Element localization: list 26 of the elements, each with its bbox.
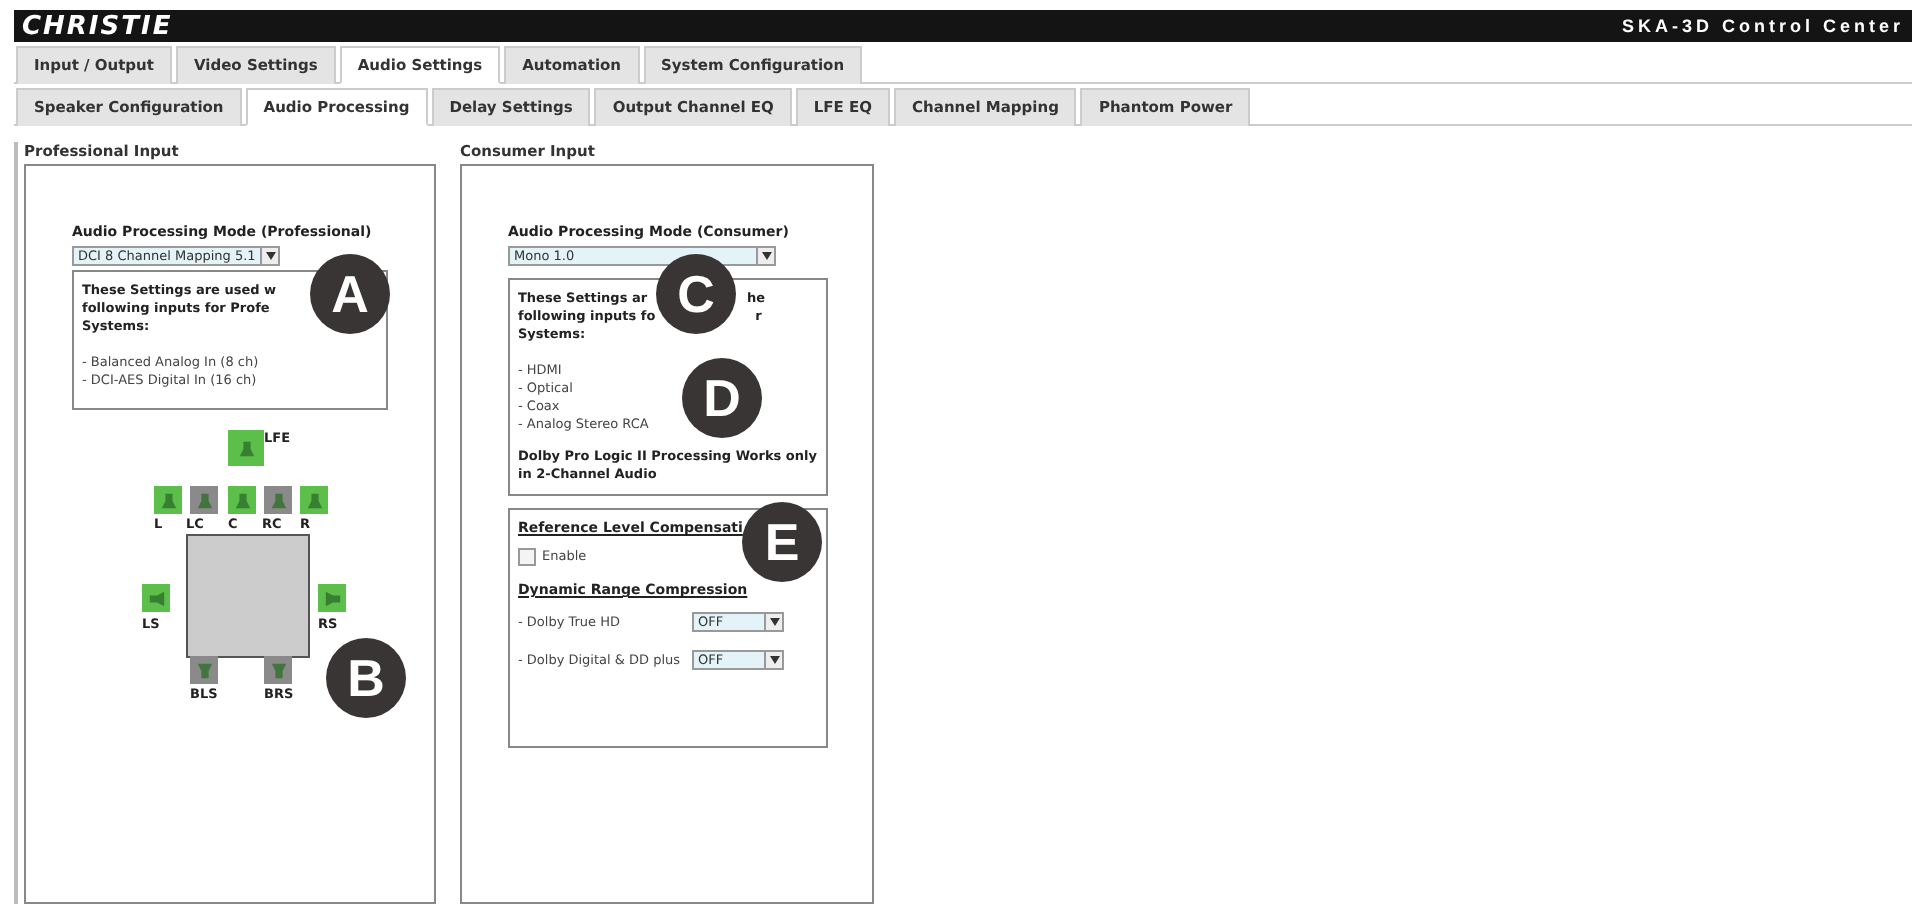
callout-badge: A <box>310 254 390 334</box>
speaker-button[interactable] <box>264 486 292 514</box>
speaker-icon <box>147 589 165 607</box>
speaker-button[interactable] <box>228 430 264 466</box>
logo: CHRISTIE <box>22 11 173 41</box>
speaker-icon <box>323 589 341 607</box>
caret-icon <box>761 252 771 260</box>
speaker-button[interactable] <box>190 656 218 684</box>
callout-badge: B <box>326 638 406 718</box>
speaker-button[interactable] <box>318 584 346 612</box>
room-square <box>186 534 310 658</box>
caret-icon <box>769 618 779 626</box>
callout-badge: E <box>742 502 822 582</box>
app-title: SKA-3D Control Center <box>1621 16 1904 36</box>
enable-checkbox[interactable] <box>518 548 536 566</box>
speaker-button[interactable] <box>190 486 218 514</box>
callout-badge: C <box>656 254 736 334</box>
speaker-button[interactable] <box>264 656 292 684</box>
speaker-button[interactable] <box>300 486 328 514</box>
speaker-button[interactable] <box>154 486 182 514</box>
callout-badge: D <box>682 358 762 438</box>
speaker-button[interactable] <box>228 486 256 514</box>
speaker-button[interactable] <box>142 584 170 612</box>
speaker-icon <box>237 439 255 457</box>
caret-icon <box>265 252 275 260</box>
caret-icon <box>769 656 779 664</box>
